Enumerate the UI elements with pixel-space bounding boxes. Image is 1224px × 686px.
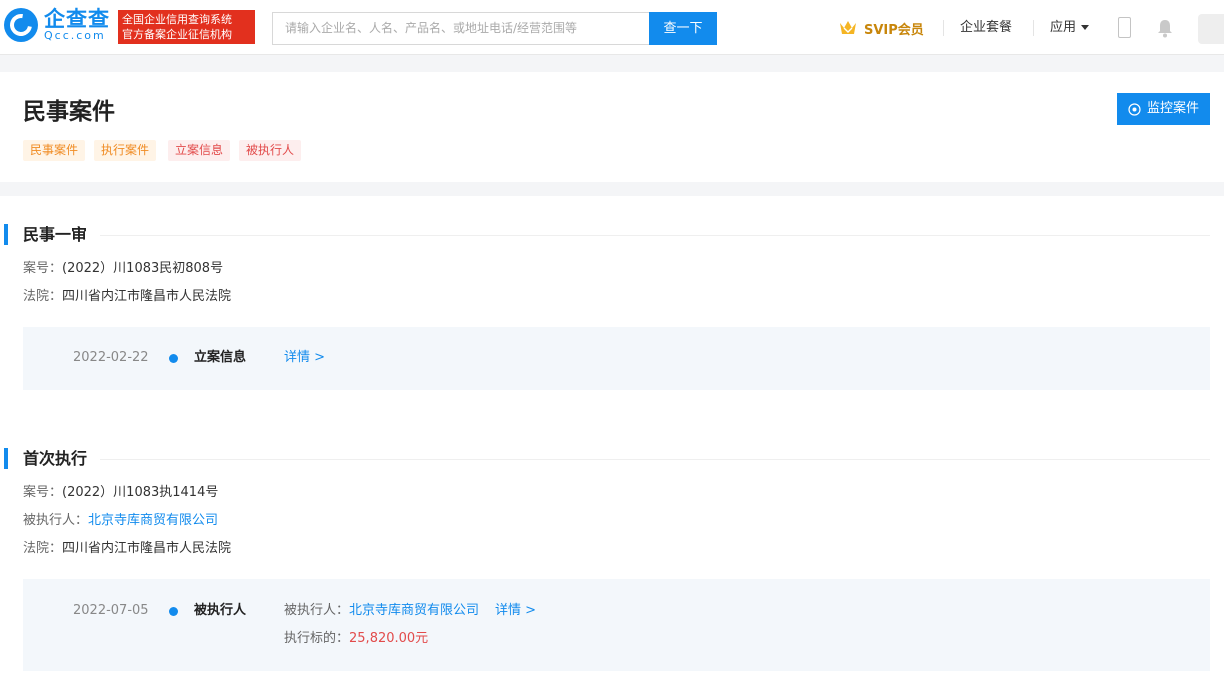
bell-icon[interactable] <box>1156 18 1174 38</box>
section-title-first-instance: 民事一审 <box>23 225 88 244</box>
timeline-type: 被执行人 <box>194 603 247 618</box>
timeline-box: 2022-07-05 被执行人 被执行人：北京寺库商贸有限公司 详情 > 执行标的… <box>23 579 1210 671</box>
page-header: 民事案件 监控案件 民事案件 执行案件 立案信息 被执行人 <box>0 72 1224 182</box>
badge-line-2: 官方备案企业征信机构 <box>122 28 232 41</box>
detail-link[interactable]: 详情 > <box>495 603 536 618</box>
tag-filing-info[interactable]: 立案信息 <box>168 140 231 161</box>
avatar[interactable] <box>1198 14 1224 44</box>
case-number-label: 案号： <box>23 261 63 276</box>
phone-icon[interactable] <box>1118 17 1131 38</box>
logo[interactable]: 企查查 Qcc.com <box>44 8 114 42</box>
svip-label: SVIP会员 <box>864 22 924 38</box>
caret-down-icon <box>1081 25 1090 30</box>
page-title: 民事案件 <box>23 99 115 125</box>
court-value: 四川省内江市隆昌市人民法院 <box>62 289 232 304</box>
section-title-first-execution: 首次执行 <box>23 449 88 468</box>
nav-apps-menu[interactable]: 应用 <box>1050 19 1090 37</box>
monitor-case-label: 监控案件 <box>1146 101 1199 116</box>
monitor-icon <box>1128 102 1141 116</box>
case-number-label: 案号： <box>23 485 63 500</box>
court-value: 四川省内江市隆昌市人民法院 <box>62 541 232 556</box>
executee-row: 被执行人：北京寺库商贸有限公司 <box>23 512 218 530</box>
amount-value: 25,820.00元 <box>349 631 429 646</box>
court-row: 法院：四川省内江市隆昌市人民法院 <box>23 288 231 306</box>
timeline-box: 2022-02-22 立案信息 详情 > <box>23 327 1210 390</box>
executee-link[interactable]: 北京寺库商贸有限公司 <box>88 513 218 528</box>
case-number-row: 案号：(2022）川1083执1414号 <box>23 484 218 502</box>
logo-cn: 企查查 <box>44 7 110 31</box>
case-content: 民事一审 案号：(2022）川1083民初808号 法院：四川省内江市隆昌市人民… <box>0 196 1224 686</box>
nav-divider <box>943 20 944 36</box>
nav-package-link[interactable]: 企业套餐 <box>960 19 1012 37</box>
section-divider <box>100 235 1210 236</box>
case-number-value: (2022）川1083民初808号 <box>62 261 224 276</box>
timeline-dot-icon <box>169 607 178 616</box>
search-input[interactable]: 请输入企业名、人名、产品名、或地址电话/经营范围等 <box>272 12 649 45</box>
search-button[interactable]: 查一下 <box>649 12 717 45</box>
logo-icon[interactable] <box>4 8 38 42</box>
timeline-type: 立案信息 <box>194 350 247 365</box>
badge-line-1: 全国企业信用查询系统 <box>122 13 232 26</box>
section-marker <box>4 224 8 245</box>
case-number-row: 案号：(2022）川1083民初808号 <box>23 260 223 278</box>
timeline-executee-row: 被执行人：北京寺库商贸有限公司 详情 > <box>284 602 536 620</box>
tag-civil-case[interactable]: 民事案件 <box>23 140 86 161</box>
nav-divider <box>1033 20 1034 36</box>
monitor-case-button[interactable]: 监控案件 <box>1117 93 1210 125</box>
tag-execution-case[interactable]: 执行案件 <box>94 140 157 161</box>
timeline-date: 2022-02-22 <box>73 350 149 365</box>
court-label: 法院： <box>23 289 63 304</box>
timeline-amount-row: 执行标的：25,820.00元 <box>284 630 428 648</box>
official-badge: 全国企业信用查询系统 官方备案企业征信机构 <box>118 10 255 44</box>
logo-en: Qcc.com <box>44 29 106 42</box>
crown-icon <box>840 21 856 34</box>
executee-label: 被执行人： <box>23 513 89 528</box>
timeline-date: 2022-07-05 <box>73 603 149 618</box>
court-label: 法院： <box>23 541 63 556</box>
timeline-executee-link[interactable]: 北京寺库商贸有限公司 <box>349 603 479 618</box>
section-marker <box>4 448 8 469</box>
section-divider <box>100 459 1210 460</box>
svip-link[interactable]: SVIP会员 <box>838 18 924 38</box>
timeline-dot-icon <box>169 354 178 363</box>
detail-link[interactable]: 详情 > <box>284 349 325 367</box>
tag-executee[interactable]: 被执行人 <box>239 140 302 161</box>
nav-apps-label: 应用 <box>1050 20 1077 35</box>
amount-label: 执行标的： <box>284 631 350 646</box>
case-number-value: (2022）川1083执1414号 <box>62 485 219 500</box>
timeline-executee-label: 被执行人： <box>284 603 350 618</box>
court-row: 法院：四川省内江市隆昌市人民法院 <box>23 540 231 558</box>
top-bar: 企查查 Qcc.com 全国企业信用查询系统 官方备案企业征信机构 请输入企业名… <box>0 0 1224 55</box>
